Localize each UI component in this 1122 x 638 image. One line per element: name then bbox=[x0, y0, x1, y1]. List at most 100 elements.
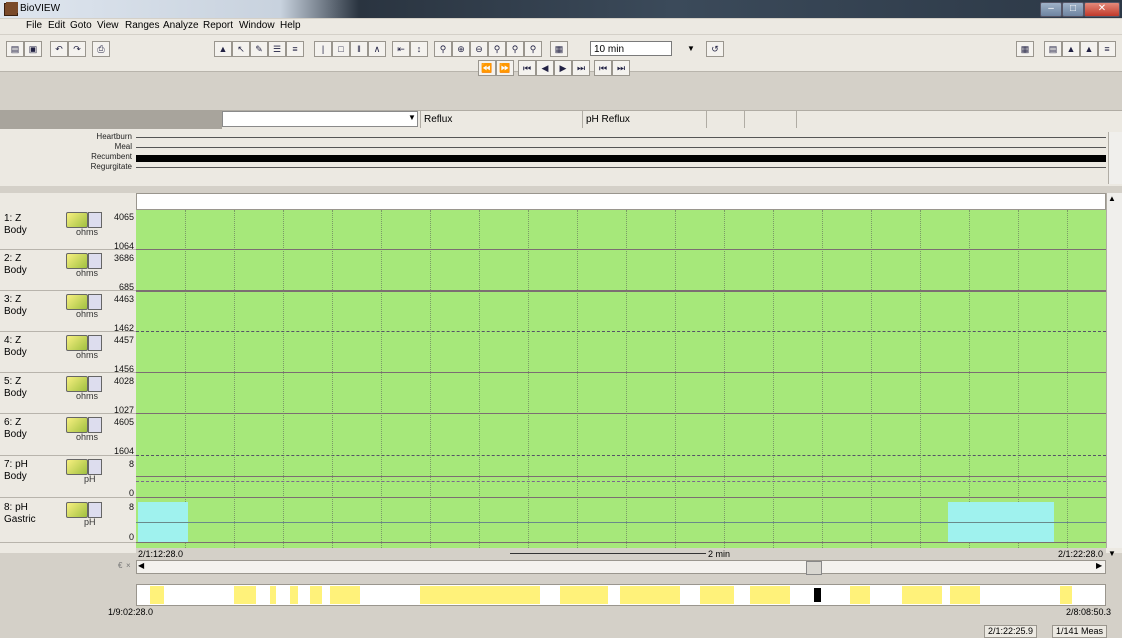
channel-toggle-icon[interactable] bbox=[88, 212, 102, 228]
channel-4-unit: ohms bbox=[76, 350, 99, 360]
close-button[interactable]: ✕ bbox=[1084, 2, 1120, 17]
zoom-icon[interactable]: ⚲ bbox=[434, 41, 452, 57]
span-icon[interactable]: ⇤ bbox=[392, 41, 410, 57]
channel-trace-3 bbox=[136, 331, 1106, 332]
channel-8-unit: pH bbox=[84, 517, 96, 527]
box-icon[interactable]: □ bbox=[332, 41, 350, 57]
channel-settings-icon[interactable] bbox=[66, 294, 88, 310]
menu-goto[interactable]: Goto bbox=[70, 20, 92, 31]
column-reflux[interactable]: Reflux bbox=[420, 111, 584, 128]
event-track-recumbent[interactable] bbox=[136, 155, 1106, 162]
lock-icon[interactable]: € bbox=[118, 561, 126, 571]
menu-file[interactable]: File bbox=[26, 20, 42, 31]
channel-settings-icon[interactable] bbox=[66, 335, 88, 351]
pencil-icon[interactable]: ✎ bbox=[250, 41, 268, 57]
menu-edit[interactable]: Edit bbox=[48, 20, 65, 31]
maximize-button[interactable]: □ bbox=[1062, 2, 1084, 17]
menu-ranges[interactable]: Ranges bbox=[125, 20, 159, 31]
chevron-up-icon[interactable]: ▲ bbox=[1108, 194, 1116, 203]
column-ph-reflux[interactable]: pH Reflux bbox=[582, 111, 708, 128]
list-view-icon[interactable]: ≡ bbox=[1098, 41, 1116, 57]
redo-icon[interactable]: ↷ bbox=[68, 41, 86, 57]
prev-mark-icon[interactable]: ⏮ bbox=[594, 60, 612, 76]
event-track-heartburn[interactable] bbox=[136, 137, 1106, 138]
event-scrollbar[interactable] bbox=[1108, 132, 1122, 184]
channel-select[interactable] bbox=[222, 111, 418, 127]
menu-help[interactable]: Help bbox=[280, 20, 301, 31]
undo-icon[interactable]: ↶ bbox=[50, 41, 68, 57]
open-icon[interactable]: ▤ bbox=[6, 41, 24, 57]
channel-settings-icon[interactable] bbox=[66, 417, 88, 433]
overview-event bbox=[902, 586, 942, 604]
chevron-right-icon[interactable]: ▶ bbox=[1096, 561, 1102, 570]
refresh-icon[interactable]: ↺ bbox=[706, 41, 724, 57]
column-empty-1[interactable] bbox=[706, 111, 746, 128]
save-icon[interactable]: ▣ bbox=[24, 41, 42, 57]
overview-cursor[interactable] bbox=[814, 588, 821, 602]
channel-toggle-icon[interactable] bbox=[88, 253, 102, 269]
channel-toggle-icon[interactable] bbox=[88, 459, 102, 475]
columns-icon[interactable]: ‖ bbox=[350, 41, 368, 57]
prev-event-icon[interactable]: ◀ bbox=[536, 60, 554, 76]
column-empty-3[interactable] bbox=[796, 111, 856, 128]
rewind-icon[interactable]: ⏪ bbox=[478, 60, 496, 76]
channel-scrollbar[interactable] bbox=[1106, 193, 1122, 548]
fast-forward-icon[interactable]: ⏩ bbox=[496, 60, 514, 76]
first-event-icon[interactable]: ⏮ bbox=[518, 60, 536, 76]
expand-icon[interactable]: ↕ bbox=[410, 41, 428, 57]
channel-toggle-icon[interactable] bbox=[88, 294, 102, 310]
chevron-left-icon[interactable]: ◀ bbox=[138, 561, 144, 570]
zoom-range-icon[interactable]: ⚲ bbox=[488, 41, 506, 57]
channel-toggle-icon[interactable] bbox=[88, 417, 102, 433]
chevron-down-icon[interactable]: ▼ bbox=[684, 41, 698, 56]
channel-toggle-icon[interactable] bbox=[88, 335, 102, 351]
column-empty-2[interactable] bbox=[744, 111, 798, 128]
marker-icon[interactable]: | bbox=[314, 41, 332, 57]
close-icon[interactable]: × bbox=[126, 561, 134, 571]
channel-separator bbox=[136, 497, 1106, 498]
last-event-icon[interactable]: ⏭ bbox=[572, 60, 590, 76]
menu-window[interactable]: Window bbox=[239, 20, 275, 31]
scroll-thumb[interactable] bbox=[806, 561, 822, 575]
event-label-recumbent: Recumbent bbox=[91, 152, 132, 161]
grid-icon[interactable]: ▦ bbox=[1016, 41, 1034, 57]
region-icon[interactable]: ▲ bbox=[214, 41, 232, 57]
menu-report[interactable]: Report bbox=[203, 20, 233, 31]
zoom-fit-icon[interactable]: ⚲ bbox=[506, 41, 524, 57]
channel-toggle-icon[interactable] bbox=[88, 502, 102, 518]
chart-icon[interactable]: ▲ bbox=[1062, 41, 1080, 57]
peak-icon[interactable]: ∧ bbox=[368, 41, 386, 57]
status-cursor-time: 2/1:22:25.9 bbox=[984, 625, 1038, 638]
zoom-select[interactable]: 10 min bbox=[590, 41, 672, 56]
calendar-icon[interactable]: ▦ bbox=[550, 41, 568, 57]
event-track-regurgitate[interactable] bbox=[136, 167, 1106, 168]
channel-toggle-icon[interactable] bbox=[88, 376, 102, 392]
channel-settings-icon[interactable] bbox=[66, 253, 88, 269]
color-chart-icon[interactable]: ▲ bbox=[1080, 41, 1098, 57]
menu-view[interactable]: View bbox=[97, 20, 119, 31]
channel-settings-icon[interactable] bbox=[66, 459, 88, 475]
zoom-all-icon[interactable]: ⚲ bbox=[524, 41, 542, 57]
minimize-button[interactable]: – bbox=[1040, 2, 1062, 17]
channel-settings-icon[interactable] bbox=[66, 212, 88, 228]
document-icon bbox=[6, 2, 18, 13]
list-icon[interactable]: ≡ bbox=[286, 41, 304, 57]
zoom-out-icon[interactable]: ⊖ bbox=[470, 41, 488, 57]
menu-analyze[interactable]: Analyze bbox=[163, 20, 199, 31]
channel-divider bbox=[0, 497, 136, 498]
annotate-icon[interactable]: ☰ bbox=[268, 41, 286, 57]
channel-settings-icon[interactable] bbox=[66, 376, 88, 392]
zoom-in-icon[interactable]: ⊕ bbox=[452, 41, 470, 57]
next-event-icon[interactable]: ▶ bbox=[554, 60, 572, 76]
event-track-meal[interactable] bbox=[136, 147, 1106, 148]
report-icon[interactable]: ▤ bbox=[1044, 41, 1062, 57]
pointer-icon[interactable]: ↖ bbox=[232, 41, 250, 57]
channel-5-site: Body bbox=[4, 388, 27, 399]
chevron-down-icon[interactable]: ▼ bbox=[408, 113, 416, 122]
chevron-down-icon[interactable]: ▼ bbox=[1108, 549, 1116, 558]
time-scrollbar[interactable] bbox=[136, 560, 1106, 574]
print-icon[interactable]: ⎙ bbox=[92, 41, 110, 57]
channel-7-label: 7: pH Body bbox=[4, 459, 28, 483]
channel-settings-icon[interactable] bbox=[66, 502, 88, 518]
next-mark-icon[interactable]: ⏭ bbox=[612, 60, 630, 76]
